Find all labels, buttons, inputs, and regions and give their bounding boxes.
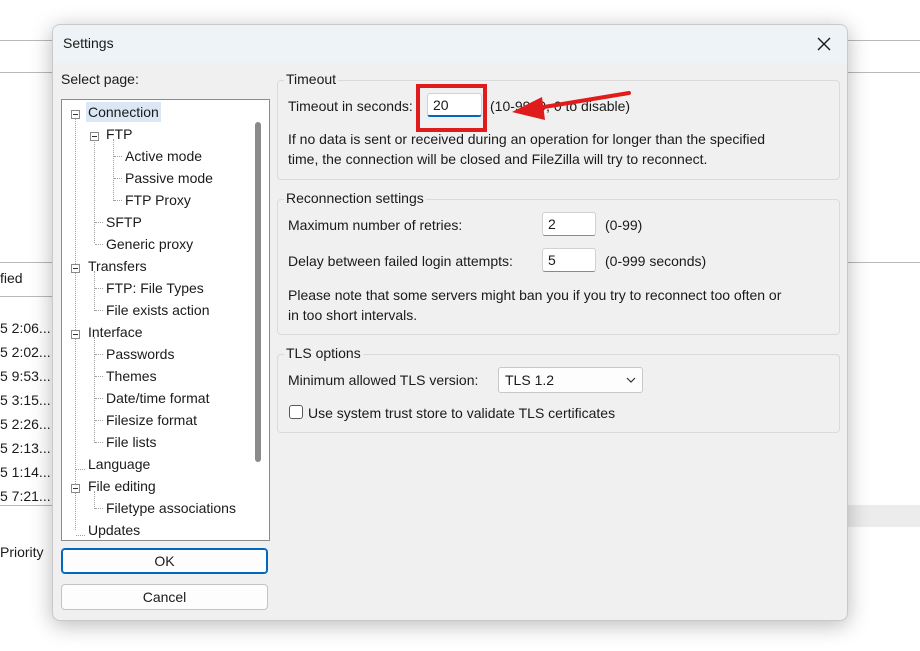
tls-version-label: Minimum allowed TLS version: xyxy=(288,372,479,388)
close-button[interactable] xyxy=(801,25,847,63)
tree-line xyxy=(94,139,95,243)
bg-scrollbar xyxy=(846,505,920,527)
tree-item-updates[interactable]: Updates xyxy=(86,520,142,540)
trust-store-label: Use system trust store to validate TLS c… xyxy=(308,405,616,421)
tree-line xyxy=(114,156,122,157)
tree-item-ftp-file-types[interactable]: FTP: File Types xyxy=(104,278,206,298)
bg-time-cell: 5 9:53... xyxy=(0,368,51,384)
collapse-icon[interactable] xyxy=(71,110,80,119)
tree-line xyxy=(114,178,122,179)
tree-line xyxy=(76,469,85,470)
bg-time-cell: 5 2:13... xyxy=(0,440,51,456)
tree-line xyxy=(95,376,103,377)
bg-divider xyxy=(0,296,60,297)
bg-time-cell: 5 2:26... xyxy=(0,416,51,432)
reconnection-note-line1: Please note that some servers might ban … xyxy=(288,287,782,303)
bg-time-cell: 5 3:15... xyxy=(0,392,51,408)
bg-priority-header[interactable]: Priority xyxy=(0,544,44,560)
tls-group xyxy=(277,354,840,433)
tree-item-passwords[interactable]: Passwords xyxy=(104,344,176,364)
retries-input[interactable]: 2 xyxy=(542,212,596,236)
tree-item-generic-proxy[interactable]: Generic proxy xyxy=(104,234,195,254)
ok-button[interactable]: OK xyxy=(61,548,268,574)
select-page-label: Select page: xyxy=(61,71,139,87)
collapse-icon[interactable] xyxy=(71,264,80,273)
tree-item-sftp[interactable]: SFTP xyxy=(104,212,144,232)
cancel-button[interactable]: Cancel xyxy=(61,584,268,610)
retries-hint: (0-99) xyxy=(605,217,643,233)
timeout-description-line2: time, the connection will be closed and … xyxy=(288,151,708,167)
tree-item-file-editing[interactable]: File editing xyxy=(86,476,158,496)
bg-time-cell: 5 2:02... xyxy=(0,344,51,360)
tree-item-language[interactable]: Language xyxy=(86,454,152,474)
trust-store-checkbox[interactable] xyxy=(289,405,303,419)
tree-item-interface[interactable]: Interface xyxy=(86,322,144,342)
delay-label: Delay between failed login attempts: xyxy=(288,253,513,269)
bg-time-cell: 5 7:21... xyxy=(0,488,51,504)
tree-line xyxy=(94,337,95,443)
bg-column-header[interactable]: fied xyxy=(0,270,23,286)
tree-item-filesize-format[interactable]: Filesize format xyxy=(104,410,199,430)
timeout-label: Timeout in seconds: xyxy=(288,98,413,114)
tree-line xyxy=(95,398,103,399)
tree-item-active-mode[interactable]: Active mode xyxy=(123,146,204,166)
bg-time-cell: 5 2:06... xyxy=(0,320,51,336)
tree-item-datetime-format[interactable]: Date/time format xyxy=(104,388,211,408)
close-icon xyxy=(817,37,831,51)
collapse-icon[interactable] xyxy=(71,330,80,339)
collapse-icon[interactable] xyxy=(90,132,99,141)
tree-item-passive-mode[interactable]: Passive mode xyxy=(123,168,215,188)
tree-line xyxy=(95,508,103,509)
tls-version-value: TLS 1.2 xyxy=(505,372,555,388)
tree-line xyxy=(95,244,103,245)
timeout-group-title: Timeout xyxy=(284,71,339,87)
tree-line xyxy=(113,139,114,201)
highlight-rectangle xyxy=(416,84,487,132)
tree-line xyxy=(95,354,103,355)
dialog-title: Settings xyxy=(63,35,114,51)
delay-hint: (0-999 seconds) xyxy=(605,253,707,269)
title-bar[interactable]: Settings xyxy=(53,25,847,63)
tree-item-ftp[interactable]: FTP xyxy=(104,124,134,144)
tls-version-select[interactable]: TLS 1.2 xyxy=(498,367,643,393)
tree-item-connection[interactable]: Connection xyxy=(86,102,161,122)
chevron-down-icon xyxy=(626,377,636,383)
tls-group-title: TLS options xyxy=(284,345,363,361)
tree-line xyxy=(95,288,103,289)
settings-tree[interactable]: Connection FTP Active mode Passive mode … xyxy=(61,99,270,541)
collapse-icon[interactable] xyxy=(71,484,80,493)
delay-input[interactable]: 5 xyxy=(542,248,596,272)
tree-line xyxy=(95,420,103,421)
tree-scrollbar-thumb[interactable] xyxy=(255,122,261,462)
tree-line xyxy=(94,271,95,311)
timeout-description-line1: If no data is sent or received during an… xyxy=(288,131,766,147)
tree-item-themes[interactable]: Themes xyxy=(104,366,159,386)
tree-line xyxy=(95,310,103,311)
tree-line xyxy=(95,222,103,223)
retries-label: Maximum number of retries: xyxy=(288,217,463,233)
tree-item-file-lists[interactable]: File lists xyxy=(104,432,159,452)
tree-line xyxy=(95,442,103,443)
tree-item-transfers[interactable]: Transfers xyxy=(86,256,149,276)
tree-line xyxy=(76,535,85,536)
settings-dialog: Settings Select page: Connection FTP Act… xyxy=(52,24,848,621)
reconnection-group-title: Reconnection settings xyxy=(284,190,426,206)
tree-line xyxy=(114,200,122,201)
reconnection-note-line2: in too short intervals. xyxy=(288,307,418,323)
tree-item-filetype-associations[interactable]: Filetype associations xyxy=(104,498,238,518)
bg-time-cell: 5 1:14... xyxy=(0,464,51,480)
tree-item-file-exists-action[interactable]: File exists action xyxy=(104,300,211,320)
tree-item-ftp-proxy[interactable]: FTP Proxy xyxy=(123,190,193,210)
timeout-hint: (10-9999, 0 to disable) xyxy=(490,98,631,114)
